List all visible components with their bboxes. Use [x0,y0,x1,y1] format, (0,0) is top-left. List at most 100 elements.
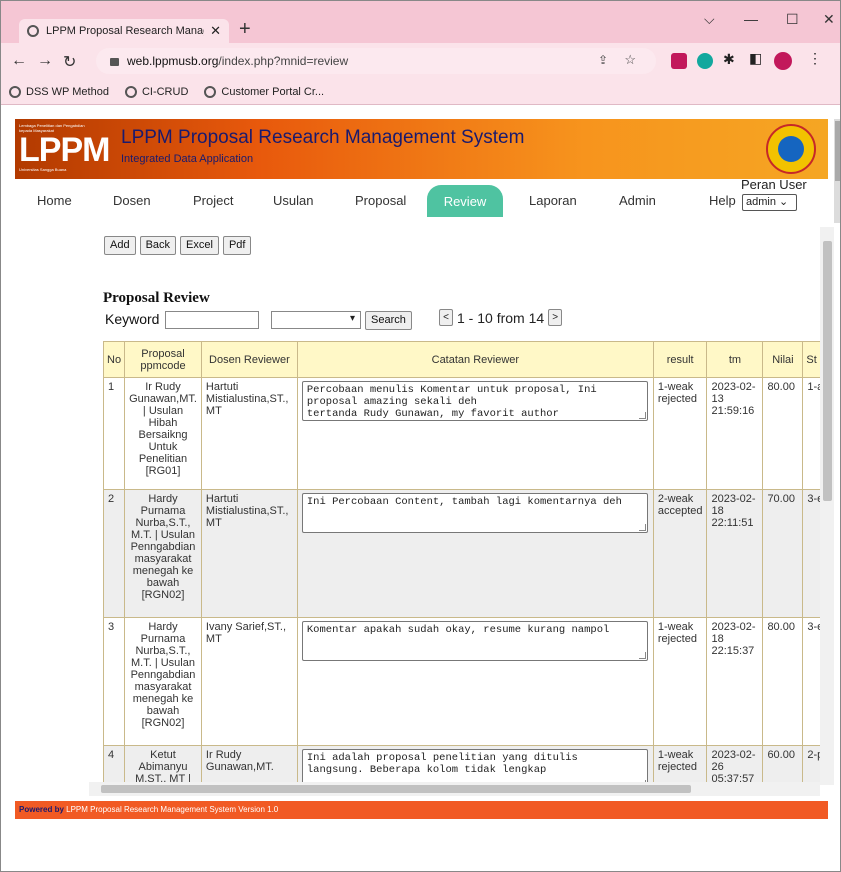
content-vertical-scrollbar[interactable] [820,227,834,785]
extension-m-icon[interactable] [671,53,687,69]
cell-reviewer: Hartuti Mistialustina,ST., MT [200,489,298,618]
table-row[interactable]: 3 Hardy Purnama Nurba,S.T., M.T. | Usula… [102,617,820,746]
nav-laporan[interactable]: Laporan [529,193,577,208]
university-seal-icon [766,124,816,174]
col-note[interactable]: Catatan Reviewer [296,341,654,378]
cell-no: 4 [102,745,126,785]
cell-nilai: 80.00 [762,377,804,490]
search-field-select[interactable]: ▾ [271,311,361,329]
url-host: web.lppmusb.org [127,54,219,68]
cell-note: Komentar apakah sudah okay, resume kuran… [296,617,654,746]
content-horizontal-scrollbar[interactable] [89,782,820,796]
table-row[interactable]: 1 Ir Rudy Gunawan,MT. | Usulan Hibah Ber… [102,377,820,490]
cell-proposal: Ir Rudy Gunawan,MT. | Usulan Hibah Bersa… [124,377,202,490]
pdf-button[interactable]: Pdf [222,236,252,255]
cell-status: 3-e [802,489,820,618]
chevron-down-icon[interactable]: ⌵ [704,11,715,28]
cell-note: Ini adalah proposal penelitian yang ditu… [296,745,654,785]
section-title: Proposal Review [103,290,210,306]
table-row[interactable]: 2 Hardy Purnama Nurba,S.T., M.T. | Usula… [102,489,820,618]
bookmark-item[interactable]: Customer Portal Cr... [204,85,325,98]
cell-reviewer: Hartuti Mistialustina,ST., MT [200,377,298,490]
bookmark-item[interactable]: DSS WP Method [9,85,109,98]
excel-button[interactable]: Excel [180,236,219,255]
cell-proposal: Hardy Purnama Nurba,S.T., M.T. | Usulan … [124,489,202,618]
close-tab-icon[interactable]: ✕ [210,23,221,39]
cell-reviewer: Ir Rudy Gunawan,MT. [200,745,298,785]
table-row[interactable]: 4 Ketut Abimanyu M,ST., MT | Percobaan I… [102,745,820,785]
cell-tm: 2023-02-18 22:15:37 [706,617,764,746]
col-no[interactable]: No [102,341,126,378]
star-icon[interactable]: ☆ [624,52,636,68]
page-scrollbar[interactable] [834,119,840,223]
nav-help[interactable]: Help [709,193,736,208]
footer-text: LPPM Proposal Research Management System… [66,805,279,814]
col-tm[interactable]: tm [706,341,764,378]
menu-dots-icon[interactable]: ⋮ [808,50,824,66]
cell-status: 2-pr [802,745,820,785]
browser-window: LPPM Proposal Research Manage ✕ + ⌵ — ☐ … [0,0,841,872]
new-tab-icon[interactable]: + [239,18,251,41]
page-scroll-thumb[interactable] [835,121,840,181]
extension-grammarly-icon[interactable] [697,53,713,69]
close-window-icon[interactable]: ✕ [823,11,835,28]
keyword-input[interactable] [165,311,259,329]
minimize-icon[interactable]: — [744,11,758,27]
url-bar[interactable]: web.lppmusb.org/index.php?mnid=review ⇪ … [96,48,656,74]
puzzle-icon[interactable]: ✱ [723,51,739,67]
keyword-label: Keyword [105,311,160,327]
note-textarea[interactable]: Percobaan menulis Komentar untuk proposa… [301,381,648,421]
chevron-down-icon: ⌄ [779,196,789,208]
nav-admin[interactable]: Admin [619,193,656,208]
browser-tab[interactable]: LPPM Proposal Research Manage ✕ [19,19,229,43]
nav-proposal[interactable]: Proposal [355,193,406,208]
add-button[interactable]: Add [104,236,136,255]
back-button[interactable]: Back [139,236,177,255]
col-status[interactable]: St [802,341,820,378]
nav-home[interactable]: Home [37,193,72,208]
col-result[interactable]: result [652,341,708,378]
bookmark-label: Customer Portal Cr... [221,85,325,98]
forward-arrow-icon[interactable]: → [37,52,53,70]
cell-note: Ini Percobaan Content, tambah lagi komen… [296,489,654,618]
back-arrow-icon[interactable]: ← [11,52,27,70]
app-title: LPPM Proposal Research Management System [121,127,525,148]
app-subtitle: Integrated Data Application [121,153,254,165]
horizontal-scroll-thumb[interactable] [101,785,691,793]
note-textarea[interactable]: Komentar apakah sudah okay, resume kuran… [301,621,648,661]
bookmark-item[interactable]: CI-CRUD [124,85,188,98]
sidepanel-icon[interactable]: ◧ [749,50,765,66]
tab-strip: LPPM Proposal Research Manage ✕ + ⌵ — ☐ … [1,1,840,43]
pagination: < 1 - 10 from 14 > [439,309,563,326]
next-page-button[interactable]: > [548,309,563,326]
nav-review[interactable]: Review [427,185,503,217]
nav-project[interactable]: Project [193,193,233,208]
note-textarea[interactable]: Ini adalah proposal penelitian yang ditu… [301,749,648,785]
prev-page-button[interactable]: < [439,309,453,326]
maximize-icon[interactable]: ☐ [786,11,799,28]
chevron-down-icon: ▾ [349,313,355,324]
address-toolbar: ← → ↻ web.lppmusb.org/index.php?mnid=rev… [1,43,840,79]
share-icon[interactable]: ⇪ [598,53,608,67]
cell-note: Percobaan menulis Komentar untuk proposa… [296,377,654,490]
cell-no: 2 [102,489,126,618]
role-select[interactable]: admin ⌄ [742,194,797,211]
note-textarea[interactable]: Ini Percobaan Content, tambah lagi komen… [301,493,648,533]
cell-tm: 2023-02-18 22:11:51 [706,489,764,618]
col-reviewer[interactable]: Dosen Reviewer [200,341,298,378]
table-header-row: No Proposal ppmcode Dosen Reviewer Catat… [102,341,820,378]
vertical-scroll-thumb[interactable] [823,241,832,501]
search-button[interactable]: Search [365,311,412,330]
reload-icon[interactable]: ↻ [63,52,76,72]
nav-usulan[interactable]: Usulan [273,193,313,208]
nav-dosen[interactable]: Dosen [113,193,151,208]
globe-icon [9,85,21,98]
col-proposal[interactable]: Proposal ppmcode [124,341,202,378]
cell-status: 1-as [802,377,820,490]
profile-avatar[interactable] [774,52,792,70]
content-area: Add Back Excel Pdf Proposal Review Keywo… [15,227,820,785]
cell-nilai: 70.00 [762,489,804,618]
col-nilai[interactable]: Nilai [762,341,804,378]
cell-no: 1 [102,377,126,490]
globe-icon [204,85,217,98]
